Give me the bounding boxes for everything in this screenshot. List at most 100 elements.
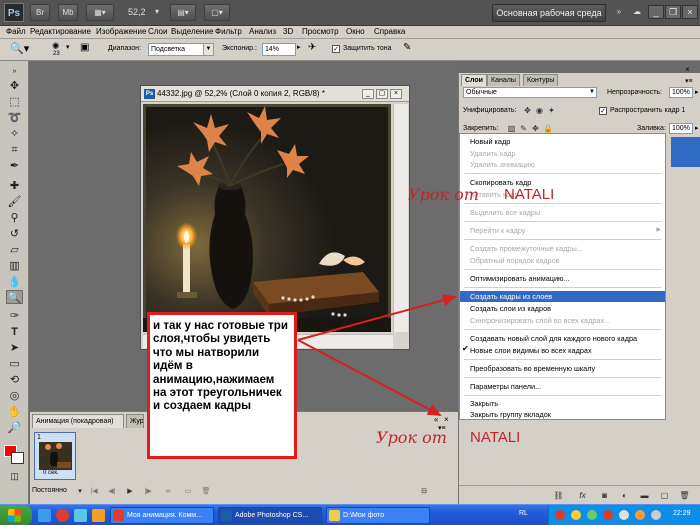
clock[interactable]: 22:29 <box>673 510 691 517</box>
unify-visibility-icon[interactable]: ◉ <box>535 106 544 115</box>
background-color-swatch[interactable] <box>11 452 24 464</box>
menu-layers[interactable]: Слои <box>148 27 167 36</box>
loop-options-select[interactable]: Постоянно <box>32 487 67 494</box>
menu-item-panel-options[interactable]: Параметры панели... <box>470 381 541 392</box>
healing-brush-tool-icon[interactable]: ✚ <box>6 179 23 193</box>
task-photoshop[interactable]: Adobe Photoshop CS... <box>218 507 322 524</box>
workspace-switcher[interactable]: Основная рабочая среда <box>492 4 606 22</box>
menu-filter[interactable]: Фильтр <box>215 27 242 36</box>
new-group-icon[interactable]: ▬ <box>639 490 650 501</box>
delete-frame-icon[interactable]: 🗑 <box>200 487 212 497</box>
menu-item-new-frame[interactable]: Новый кадр <box>470 136 510 147</box>
menu-item-match-layer[interactable]: Синхронизировать слой во всех кадрах... <box>470 315 610 326</box>
layer-row-selected[interactable] <box>671 137 700 167</box>
menu-item-close-tab-group[interactable]: Закрыть группу вкладок <box>470 409 551 420</box>
volume-tray-icon[interactable] <box>619 510 629 520</box>
next-frame-icon[interactable]: |▶ <box>142 487 154 497</box>
close-icon[interactable]: × <box>682 5 698 19</box>
layers-panel-close-icon[interactable]: × <box>685 65 690 74</box>
crop-tool-icon[interactable]: ⌗ <box>6 143 23 157</box>
exposure-slider-arrow-icon[interactable]: ▸ <box>297 43 301 51</box>
pen-tool-icon[interactable]: ✑ <box>6 309 23 323</box>
new-layer-icon[interactable]: ▢ <box>659 490 670 501</box>
gradient-tool-icon[interactable]: ▥ <box>6 259 23 273</box>
doc-close-icon[interactable]: × <box>390 89 402 99</box>
shape-tool-icon[interactable]: ▭ <box>6 357 23 371</box>
history-brush-tool-icon[interactable]: ↺ <box>6 227 23 241</box>
brush-picker-arrow-icon[interactable]: ▾ <box>66 43 70 51</box>
menu-item-make-frames-from-layers[interactable]: Создать кадры из слоев <box>460 291 665 302</box>
cs-live-icon[interactable]: ☁ <box>630 4 644 21</box>
menu-edit[interactable]: Редактирование <box>30 27 91 36</box>
tray-icon[interactable] <box>651 510 661 520</box>
first-frame-icon[interactable]: |◀ <box>88 487 100 497</box>
menu-window[interactable]: Окно <box>346 27 365 36</box>
opacity-slider-arrow-icon[interactable]: ▸ <box>695 88 699 96</box>
tab-journal[interactable]: Жур <box>126 414 144 428</box>
marquee-tool-icon[interactable]: ⬚ <box>6 95 23 109</box>
propagate-frame-checkbox[interactable]: ✓ <box>599 107 607 115</box>
tab-paths[interactable]: Контуры <box>523 74 559 86</box>
zoom-tool-icon[interactable]: 🔎 <box>6 421 23 435</box>
dodge-tool-icon[interactable]: 🔍 <box>6 290 23 304</box>
menu-item-reverse-frames[interactable]: Обратный порядок кадров <box>470 255 560 266</box>
delete-layer-icon[interactable]: 🗑 <box>679 490 690 501</box>
lock-image-icon[interactable]: ✎ <box>519 124 528 133</box>
brush-tool-icon[interactable]: 🖌 <box>6 195 23 209</box>
antivirus-tray-icon[interactable] <box>555 510 565 520</box>
minimize-icon[interactable]: _ <box>648 5 664 19</box>
skype-icon[interactable] <box>74 509 87 522</box>
menu-item-tween[interactable]: Создать промежуточные кадры... <box>470 243 583 254</box>
3d-rotate-tool-icon[interactable]: ⟲ <box>6 373 23 387</box>
layers-panel-menu-icon[interactable]: ▾≡ <box>685 77 693 85</box>
maximize-icon[interactable]: ❐ <box>665 5 681 19</box>
animation-frame[interactable]: 1 0 сек. <box>34 432 76 480</box>
task-folder[interactable]: D:\Мои фото <box>326 507 430 524</box>
type-tool-icon[interactable]: T <box>6 325 23 339</box>
quick-launch-icon[interactable] <box>92 509 105 522</box>
tab-channels[interactable]: Каналы <box>487 74 520 86</box>
lock-all-icon[interactable]: 🔒 <box>543 124 553 133</box>
menu-item-close[interactable]: Закрыть <box>470 398 498 409</box>
menu-item-new-layers-visible[interactable]: Новые слои видимы во всех кадрах <box>470 345 592 356</box>
opacity-input[interactable]: 100% <box>669 87 693 98</box>
add-mask-icon[interactable]: ◙ <box>599 490 610 501</box>
layer-style-icon[interactable]: fx <box>577 490 588 501</box>
canvas-image[interactable] <box>143 104 391 332</box>
blur-tool-icon[interactable]: 💧 <box>6 275 23 289</box>
zoom-level[interactable]: 52,2 <box>128 7 146 17</box>
protect-tones-checkbox[interactable]: ✓ <box>332 45 340 53</box>
tray-icon[interactable] <box>603 510 613 520</box>
doc-minimize-icon[interactable]: _ <box>362 89 374 99</box>
duplicate-frame-icon[interactable]: ▭ <box>182 487 194 497</box>
tween-icon[interactable]: ∞ <box>162 487 174 497</box>
convert-to-timeline-icon[interactable]: ⊟ <box>418 487 430 497</box>
lock-transparency-icon[interactable]: ▨ <box>507 124 516 133</box>
menu-item-delete-animation[interactable]: Удалить анимацию <box>470 159 535 170</box>
lock-position-icon[interactable]: ✥ <box>531 124 540 133</box>
menu-item-go-to-frame[interactable]: Перейти к кадру <box>470 225 525 236</box>
tab-layers[interactable]: Слои <box>461 74 487 86</box>
doc-maximize-icon[interactable]: ▢ <box>376 89 388 99</box>
tab-animation[interactable]: Анимация (покадровая) <box>32 414 124 428</box>
play-icon[interactable]: ▶ <box>124 487 136 497</box>
menu-item-optimize-animation[interactable]: Оптимизировать анимацию... <box>470 273 570 284</box>
skype-tray-icon[interactable] <box>587 510 597 520</box>
range-select[interactable]: Подсветка ▼ <box>148 43 214 56</box>
menu-item-select-all-frames[interactable]: Выделить все кадры <box>470 207 540 218</box>
network-tray-icon[interactable] <box>571 510 581 520</box>
bridge-icon[interactable]: Br <box>30 4 50 21</box>
menu-item-new-layer-per-frame[interactable]: Создавать новый слой для каждого нового … <box>470 333 637 344</box>
opera-icon[interactable] <box>56 509 69 522</box>
link-layers-icon[interactable]: ⛓ <box>553 490 564 501</box>
arrange-documents-icon[interactable]: ▤▾ <box>170 4 196 21</box>
dodge-tool-preset-icon[interactable]: 🔍▾ <box>10 42 29 55</box>
blend-mode-select[interactable]: Обычные ▼ <box>463 87 597 98</box>
panel-close-icon[interactable]: × <box>444 415 449 424</box>
frame-delay[interactable]: 0 сек. <box>43 470 59 476</box>
lasso-tool-icon[interactable]: ➰ <box>6 111 23 125</box>
quick-mask-icon[interactable]: ◫ <box>6 469 23 483</box>
eyedropper-tool-icon[interactable]: ✒ <box>6 159 23 173</box>
fill-input[interactable]: 100% <box>669 123 693 134</box>
toolbox-collapse-icon[interactable]: » <box>6 65 23 79</box>
